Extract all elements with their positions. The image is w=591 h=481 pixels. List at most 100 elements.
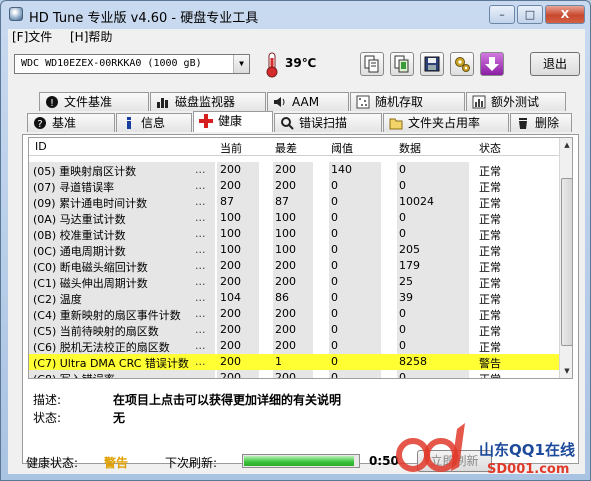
- table-row[interactable]: (07) 寻道错误率... 200 200 0 0 正常: [29, 178, 559, 194]
- current-value: 200: [220, 275, 241, 288]
- tab-info[interactable]: 信息: [116, 113, 192, 132]
- drive-select[interactable]: WDC WD10EZEX-00RKKA0 (1000 gB) ▼: [14, 54, 250, 74]
- table-row[interactable]: (C1) 磁头伸出周期计数... 200 200 0 25 正常: [29, 274, 559, 290]
- worst-value: 200: [275, 179, 296, 192]
- scroll-thumb[interactable]: [561, 178, 572, 346]
- row-dots: ...: [195, 339, 206, 352]
- exit-button[interactable]: 退出: [530, 52, 580, 76]
- tab-error-scan[interactable]: 错误扫描: [274, 113, 382, 132]
- tab-folder-usage-label: 文件夹占用率: [408, 116, 481, 130]
- title-bar[interactable]: HD Tune 专业版 v4.60 - 硬盘专业工具 – □ X: [1, 1, 590, 29]
- arrow-down-icon: [485, 57, 499, 71]
- tab-erase[interactable]: 删除: [510, 113, 572, 132]
- table-body: (05) 重映射扇区计数... 200 200 140 0 正常 (07) 寻道错误率...…: [29, 162, 559, 378]
- attribute-id: (C5) 当前待映射的扇区数: [33, 325, 159, 338]
- table-row[interactable]: (C7) Ultra DMA CRC 错误计数... 200 1 0 8258 警告: [29, 354, 559, 370]
- tab-disk-monitor[interactable]: 磁盘监视器: [150, 92, 266, 111]
- svg-text:?: ?: [37, 119, 42, 130]
- menu-help[interactable]: [H]帮助: [70, 29, 112, 45]
- col-status[interactable]: 状态: [479, 140, 501, 156]
- threshold-value: 0: [331, 291, 338, 304]
- table-row[interactable]: (C6) 脱机无法校正的扇区数... 200 200 0 0 正常: [29, 338, 559, 354]
- scroll-up-icon[interactable]: ▲: [560, 138, 572, 152]
- col-data[interactable]: 数据: [399, 140, 421, 156]
- refresh-countdown: 0:50: [369, 454, 399, 468]
- raw-data-value: 179: [399, 259, 420, 272]
- status-value: 正常: [479, 181, 501, 194]
- status-value: 正常: [479, 371, 501, 378]
- benchmark-icon: ?: [34, 117, 46, 130]
- health-panel: ID 当前 最差 阈值 数据 状态 (05) 重映射扇区计数... 200 200 1…: [22, 134, 579, 464]
- cell-shade: [397, 226, 469, 242]
- maximize-button[interactable]: □: [517, 5, 543, 24]
- tab-random-access[interactable]: 随机存取: [350, 92, 465, 111]
- tabs-top-row: ! 文件基准 磁盘监视器 AAM 随机存取 额外测试: [22, 92, 579, 111]
- table-header: ID 当前 最差 阈值 数据 状态: [29, 138, 559, 156]
- row-dots: ...: [195, 211, 206, 224]
- cell-shade: [397, 178, 469, 194]
- tab-aam-label: AAM: [292, 95, 320, 109]
- speaker-icon: [274, 97, 285, 107]
- row-dots: ...: [195, 195, 206, 208]
- table-row[interactable]: (C0) 断电磁头缩回计数... 200 200 0 179 正常: [29, 258, 559, 274]
- row-dots: ...: [195, 259, 206, 272]
- tab-benchmark[interactable]: ? 基准: [27, 113, 115, 132]
- attribute-id: (09) 累计通电时间计数: [33, 197, 148, 210]
- status-value: 正常: [479, 341, 501, 354]
- table-row[interactable]: (05) 重映射扇区计数... 200 200 140 0 正常: [29, 162, 559, 178]
- table-row[interactable]: (C4) 重新映射的扇区事件计数... 200 200 0 0 正常: [29, 306, 559, 322]
- download-button[interactable]: [480, 52, 504, 76]
- raw-data-value: 8258: [399, 355, 427, 368]
- table-row[interactable]: (0B) 校准重试计数... 100 100 0 0 正常: [29, 226, 559, 242]
- raw-data-value: 0: [399, 339, 406, 352]
- col-current[interactable]: 当前: [220, 140, 242, 156]
- current-value: 87: [220, 195, 234, 208]
- raw-data-value: 0: [399, 211, 406, 224]
- worst-value: 200: [275, 307, 296, 320]
- worst-value: 87: [275, 195, 289, 208]
- worst-value: 200: [275, 259, 296, 272]
- table-row[interactable]: (C8) 写入错误率... 200 200 0 0 正常: [29, 370, 559, 378]
- copy-text-button[interactable]: [360, 52, 384, 76]
- copy-image-icon: [394, 55, 409, 73]
- tab-file-benchmark[interactable]: ! 文件基准: [39, 92, 149, 111]
- tab-health[interactable]: 健康: [193, 111, 273, 132]
- status-value: 正常: [479, 309, 501, 322]
- copy-screenshot-button[interactable]: [390, 52, 414, 76]
- vertical-scrollbar[interactable]: ▲ ▼: [559, 138, 572, 378]
- status-value: 正常: [479, 293, 501, 306]
- worst-value: 86: [275, 291, 289, 304]
- chevron-down-icon[interactable]: ▼: [233, 55, 249, 73]
- disk-monitor-icon: [157, 98, 168, 108]
- current-value: 200: [220, 355, 241, 368]
- tab-aam[interactable]: AAM: [267, 92, 349, 111]
- options-button[interactable]: [450, 52, 474, 76]
- status-value: 正常: [479, 325, 501, 338]
- row-dots: ...: [195, 163, 206, 176]
- table-row[interactable]: (C2) 温度... 104 86 0 39 正常: [29, 290, 559, 306]
- col-worst[interactable]: 最差: [275, 140, 297, 156]
- hdtune-app-icon: [9, 7, 23, 21]
- minimize-button[interactable]: –: [489, 5, 515, 24]
- tab-folder-usage[interactable]: 文件夹占用率: [383, 113, 509, 132]
- cell-shade: [397, 210, 469, 226]
- table-row[interactable]: (0A) 马达重试计数... 100 100 0 0 正常: [29, 210, 559, 226]
- refresh-now-button[interactable]: 立即刷新: [417, 450, 492, 472]
- description-label: 描述:: [33, 393, 62, 407]
- col-threshold[interactable]: 阈值: [331, 140, 353, 156]
- threshold-value: 0: [331, 259, 338, 272]
- threshold-value: 0: [331, 323, 338, 336]
- scroll-down-icon[interactable]: ▼: [560, 364, 572, 378]
- table-row[interactable]: (C5) 当前待映射的扇区数... 200 200 0 0 正常: [29, 322, 559, 338]
- tab-extra-tests[interactable]: 额外测试: [466, 92, 566, 111]
- menu-file[interactable]: [F]文件: [12, 29, 52, 45]
- raw-data-value: 0: [399, 179, 406, 192]
- close-button[interactable]: X: [545, 5, 585, 24]
- health-status-label: 健康状态:: [26, 456, 79, 470]
- toolbar: WDC WD10EZEX-00RKKA0 (1000 gB) ▼ 39℃ 退出: [8, 46, 585, 88]
- table-row[interactable]: (0C) 通电周期计数... 100 100 0 205 正常: [29, 242, 559, 258]
- cell-shade: [397, 322, 469, 338]
- col-id[interactable]: ID: [35, 140, 47, 153]
- table-row[interactable]: (09) 累计通电时间计数... 87 87 0 10024 正常: [29, 194, 559, 210]
- save-button[interactable]: [420, 52, 444, 76]
